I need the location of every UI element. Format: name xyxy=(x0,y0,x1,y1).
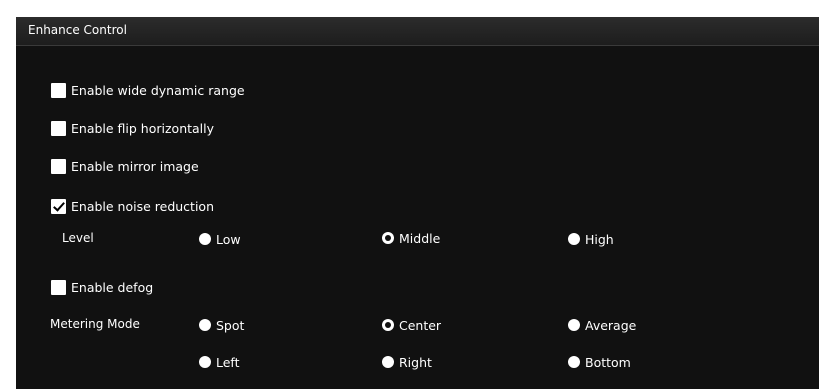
level-low-option[interactable]: Low xyxy=(199,231,241,247)
metering-left-option[interactable]: Left xyxy=(199,354,240,370)
wide-dynamic-range-checkbox[interactable] xyxy=(51,82,66,98)
metering-spot-radio[interactable] xyxy=(199,319,211,331)
flip-horizontally-checkbox[interactable] xyxy=(51,120,66,136)
mirror-image-checkbox[interactable] xyxy=(51,158,66,174)
wide-dynamic-range-label: Enable wide dynamic range xyxy=(71,82,245,98)
metering-right-radio[interactable] xyxy=(382,356,394,368)
defog-checkbox[interactable] xyxy=(51,279,66,295)
metering-spot-label: Spot xyxy=(216,317,245,333)
level-middle-option[interactable]: Middle xyxy=(382,230,440,246)
wide-dynamic-range-option[interactable]: Enable wide dynamic range xyxy=(51,81,245,99)
metering-average-option[interactable]: Average xyxy=(568,317,636,333)
metering-right-option[interactable]: Right xyxy=(382,354,432,370)
level-low-radio[interactable] xyxy=(199,233,211,245)
metering-center-option[interactable]: Center xyxy=(382,317,441,333)
level-middle-radio[interactable] xyxy=(382,232,394,244)
metering-average-label: Average xyxy=(585,317,637,333)
defog-option[interactable]: Enable defog xyxy=(51,278,153,296)
metering-average-radio[interactable] xyxy=(568,319,580,331)
level-middle-label: Middle xyxy=(399,230,441,246)
mirror-image-label: Enable mirror image xyxy=(71,158,199,174)
level-high-label: High xyxy=(585,231,614,247)
noise-reduction-label: Enable noise reduction xyxy=(71,198,214,214)
metering-bottom-radio[interactable] xyxy=(568,356,580,368)
panel-title: Enhance Control xyxy=(28,23,127,37)
metering-spot-option[interactable]: Spot xyxy=(199,317,244,333)
metering-center-label: Center xyxy=(399,317,442,333)
level-low-label: Low xyxy=(216,231,241,247)
metering-left-label: Left xyxy=(216,354,240,370)
metering-bottom-option[interactable]: Bottom xyxy=(568,354,631,370)
metering-right-label: Right xyxy=(399,354,432,370)
noise-reduction-checkbox[interactable] xyxy=(51,198,66,214)
metering-center-radio[interactable] xyxy=(382,319,394,331)
metering-bottom-label: Bottom xyxy=(585,354,631,370)
panel-header: Enhance Control xyxy=(16,17,819,46)
noise-reduction-option[interactable]: Enable noise reduction xyxy=(51,197,214,215)
level-high-radio[interactable] xyxy=(568,233,580,245)
flip-horizontally-label: Enable flip horizontally xyxy=(71,120,215,136)
level-high-option[interactable]: High xyxy=(568,231,614,247)
flip-horizontally-option[interactable]: Enable flip horizontally xyxy=(51,119,214,137)
defog-label: Enable defog xyxy=(71,279,154,295)
metering-left-radio[interactable] xyxy=(199,356,211,368)
mirror-image-option[interactable]: Enable mirror image xyxy=(51,157,199,175)
metering-mode-label: Metering Mode xyxy=(50,317,140,331)
level-label: Level xyxy=(62,231,94,245)
enhance-control-panel: Enhance Control Enable wide dynamic rang… xyxy=(16,17,819,389)
